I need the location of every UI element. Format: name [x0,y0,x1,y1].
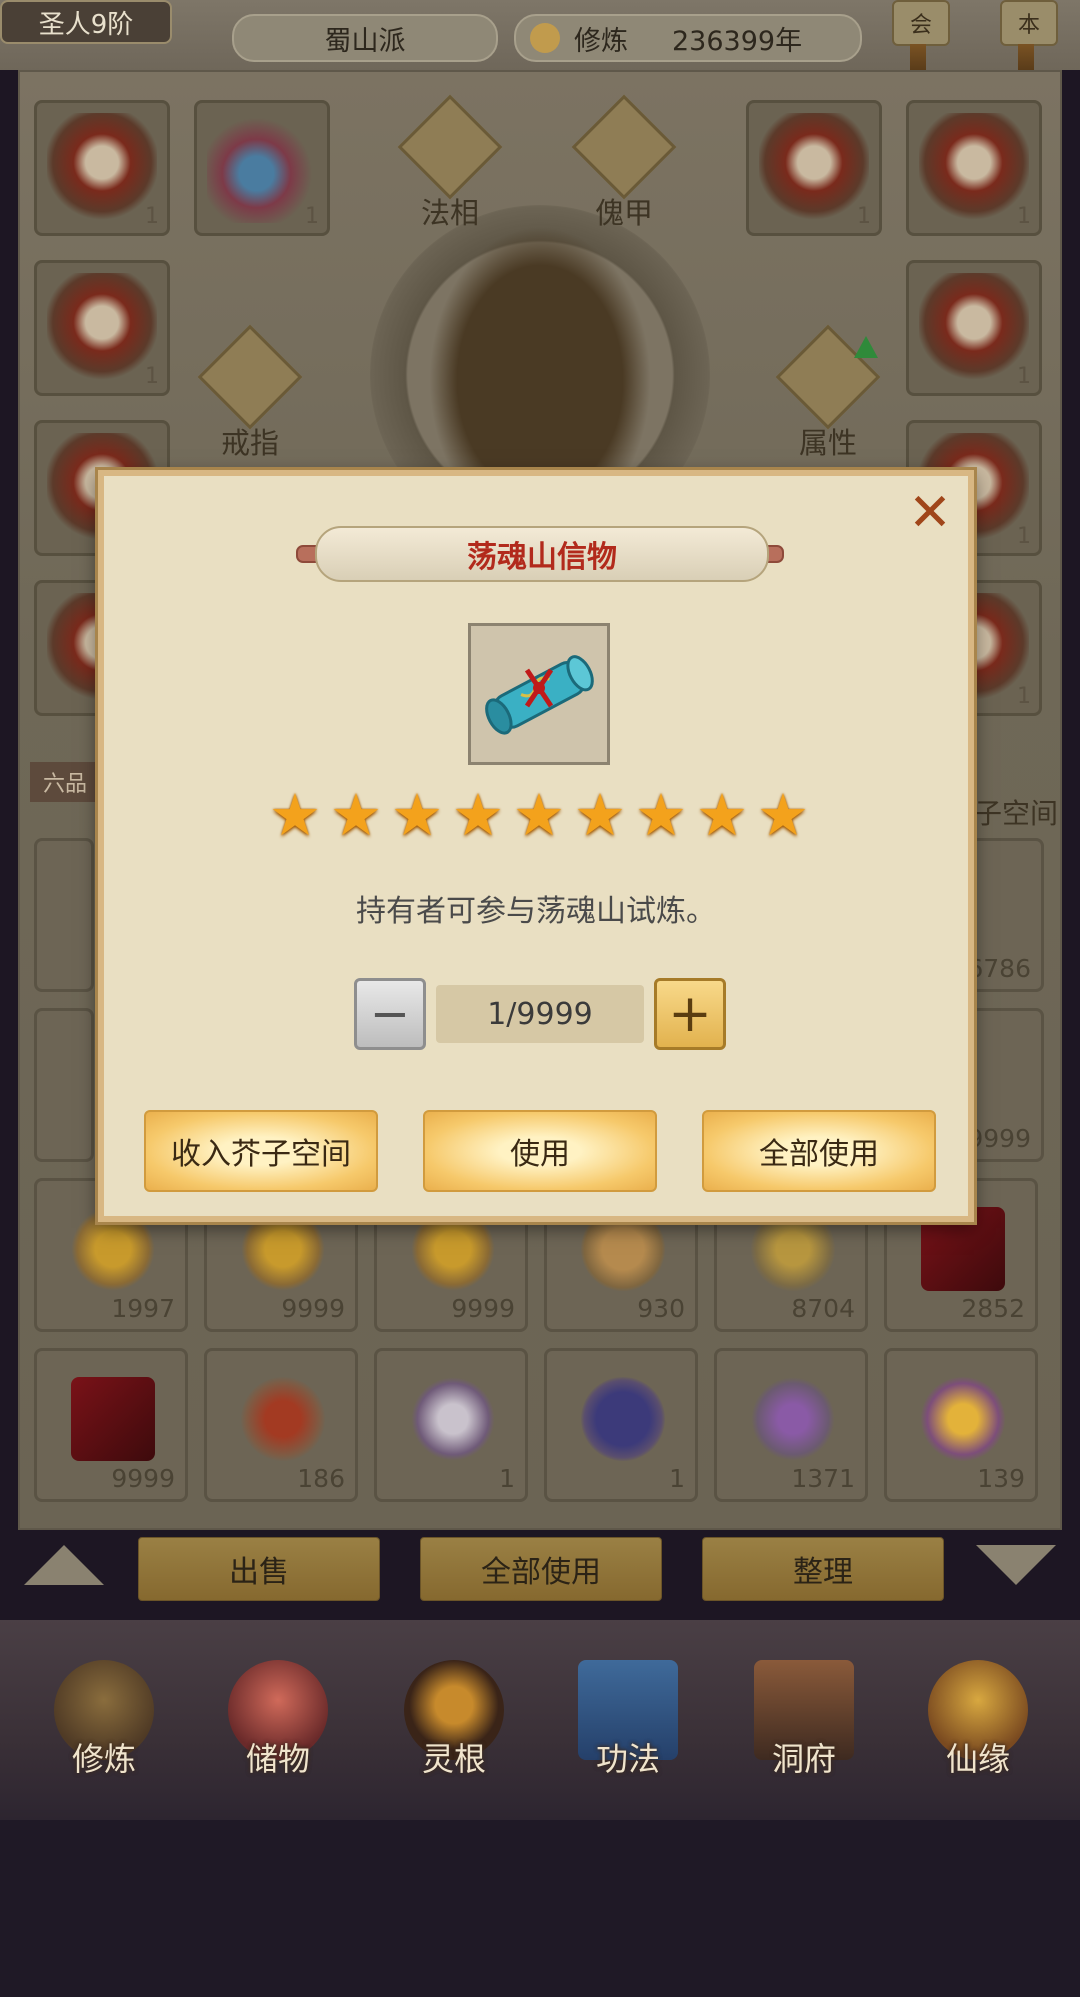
bottom-safe-area [0,1820,1080,1997]
star-icon: ★ [391,781,443,849]
star-icon: ★ [635,781,687,849]
equip-slot[interactable]: 1 [906,100,1042,236]
fire-spirit-icon [921,1377,1005,1461]
fa-xiang-button[interactable]: 法相 [397,94,503,232]
weapon-icon [207,113,317,223]
equip-slot[interactable]: 1 [906,260,1042,396]
inventory-slot[interactable]: 1 [544,1348,698,1502]
item-description: 持有者可参与荡魂山试炼。 [356,894,716,929]
use-all-button[interactable]: 全部使用 [702,1110,936,1192]
increase-quantity-button[interactable]: + [654,978,726,1050]
meditation-icon [530,23,560,53]
inventory-slot[interactable] [34,838,94,992]
character-silhouette [410,200,670,500]
robe-icon [47,273,157,383]
star-icon: ★ [757,781,809,849]
dharma-form-icon [397,94,503,200]
equip-slot[interactable]: 1 [34,260,170,396]
inventory-slot[interactable]: 139 [884,1348,1038,1502]
violet-glow-icon [751,1377,835,1461]
quality-tag: 六品 [30,762,100,802]
attributes-button[interactable]: 属性 [775,324,881,462]
purple-orb-icon [581,1377,665,1461]
nav-item-storage[interactable]: 储物 [208,1660,348,1790]
use-button[interactable]: 使用 [423,1110,657,1192]
kui-jia-button[interactable]: 傀甲 [571,94,677,232]
cultivation-years: 236399年 [672,25,803,57]
quantity-field[interactable]: 1/9999 [436,985,644,1043]
robe-icon [919,113,1029,223]
star-icon: ★ [513,781,565,849]
red-crystal-icon [71,1377,155,1461]
inventory-slot[interactable]: 1 [374,1348,528,1502]
equip-slot[interactable]: 1 [34,100,170,236]
space-tag[interactable]: 子空间 [974,792,1058,832]
inventory-slot[interactable]: 186 [204,1348,358,1502]
upgrade-arrow-icon [854,336,878,358]
nav-item-cave[interactable]: 洞府 [734,1660,874,1790]
page-up-icon[interactable] [24,1545,104,1585]
inventory-slot[interactable]: 9999 [967,1008,1044,1162]
lantern-right[interactable]: 本 [1000,0,1058,46]
ring-icon [197,324,303,430]
scroll-icon [485,655,594,735]
red-flame-icon [241,1377,325,1461]
robe-icon [759,113,869,223]
inventory-slot[interactable]: 1371 [714,1348,868,1502]
dialog-title: 荡魂山信物 [315,526,769,582]
star-icon: ★ [452,781,504,849]
star-icon: ★ [574,781,626,849]
robe-icon [919,273,1029,383]
star-icon: ★ [696,781,748,849]
cultivation-label: 修炼 [574,25,628,57]
star-rating: ★ ★ ★ ★ ★ ★ ★ ★ ★ [266,786,816,844]
nav-item-spirit-root[interactable]: 灵根 [384,1660,524,1790]
inventory-slot[interactable]: 9999 [34,1348,188,1502]
nav-item-destiny[interactable]: 仙缘 [908,1660,1048,1790]
item-icon-frame [468,623,610,765]
sell-button[interactable]: 出售 [138,1537,380,1601]
robe-icon [47,113,157,223]
decrease-quantity-button[interactable]: − [354,978,426,1050]
use-all-inventory-button[interactable]: 全部使用 [420,1537,662,1601]
yin-yang-orb-icon [411,1377,495,1461]
organize-button[interactable]: 整理 [702,1537,944,1601]
cultivation-pill: 修炼 236399年 [514,14,862,62]
equip-slot[interactable]: 1 [746,100,882,236]
lantern-left[interactable]: 会 [892,0,950,46]
sect-pill: 蜀山派 [232,14,498,62]
ring-button[interactable]: 戒指 [197,324,303,462]
star-icon: ★ [330,781,382,849]
inventory-slot[interactable]: 6786 [967,838,1044,992]
inventory-slot[interactable] [34,1008,94,1162]
page-down-icon[interactable] [976,1545,1056,1585]
star-icon: ★ [269,781,321,849]
store-in-space-button[interactable]: 收入芥子空间 [144,1110,378,1192]
puppet-armor-icon [571,94,677,200]
nav-item-cultivate[interactable]: 修炼 [34,1660,174,1790]
rank-badge: 圣人9阶 [0,0,172,44]
close-icon[interactable]: ✕ [905,487,955,539]
equip-slot[interactable]: 1 [194,100,330,236]
nav-item-techniques[interactable]: 功法 [558,1660,698,1790]
